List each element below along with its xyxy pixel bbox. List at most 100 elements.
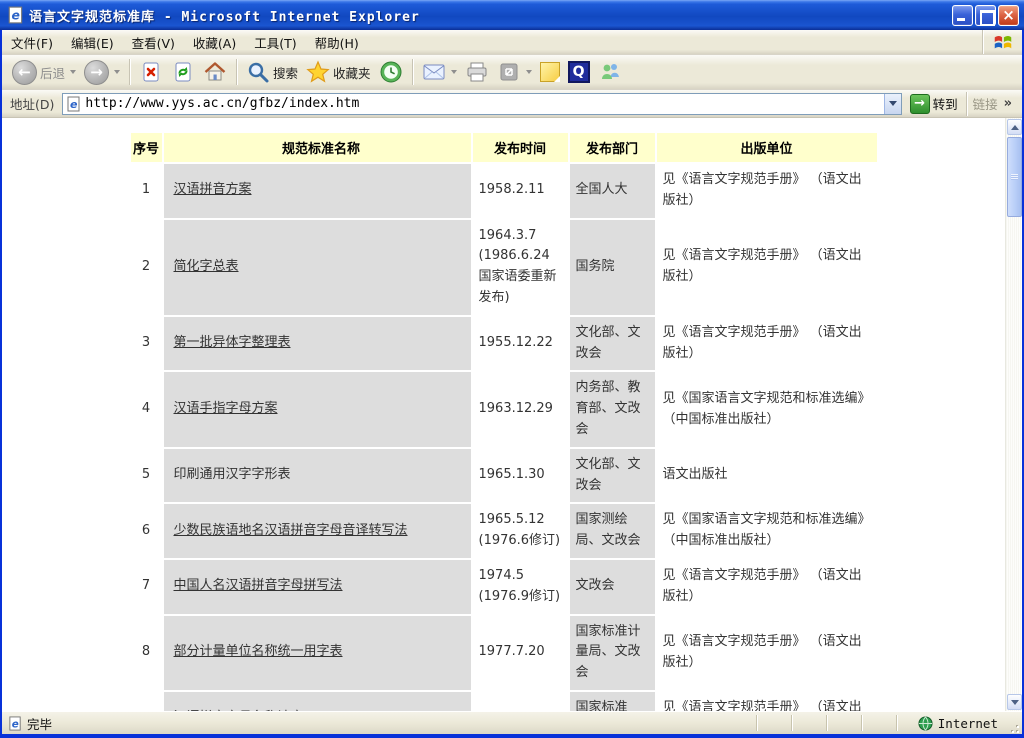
address-label: 地址(D) [6, 94, 58, 113]
table-row: 7 中国人名汉语拼音字母拼写法 1974.5 (1976.9修订) 文改会 见《… [131, 560, 877, 614]
title-bar: e 语言文字规范标准库 - Microsoft Internet Explore… [0, 0, 1024, 30]
home-button[interactable] [199, 57, 231, 87]
standard-name-link[interactable]: 部分计量单位名称统一用字表 [174, 644, 343, 659]
publish-dept-cell: 文改会 [570, 560, 655, 614]
links-overflow-chevron-icon[interactable]: » [1004, 96, 1012, 111]
address-input[interactable] [85, 94, 883, 114]
status-divider [861, 715, 862, 731]
menu-bar: 文件(F) 编辑(E) 查看(V) 收藏(A) 工具(T) 帮助(H) [2, 30, 1022, 55]
forward-button[interactable]: → [80, 57, 124, 87]
svg-text:e: e [70, 98, 78, 111]
menu-item-edit[interactable]: 编辑(E) [62, 30, 123, 54]
publish-date-cell: 1958.2.11 [473, 164, 568, 218]
menu-item-view[interactable]: 查看(V) [123, 30, 184, 54]
fit-size-button[interactable] [493, 57, 536, 87]
row-serial-number: 2 [131, 220, 162, 315]
standard-name-link[interactable]: 中国人名汉语拼音字母拼写法 [174, 578, 343, 593]
publish-dept-cell: 国务院 [570, 220, 655, 315]
table-row: 6 少数民族语地名汉语拼音字母音译转写法 1965.5.12 (1976.6修订… [131, 504, 877, 558]
print-button[interactable] [461, 57, 493, 87]
menu-item-tools[interactable]: 工具(T) [245, 30, 305, 54]
q-tool-button[interactable]: Q [564, 57, 594, 87]
mail-button[interactable] [418, 57, 461, 87]
publisher-cell: 见《语言文字规范手册》 （语文出版社） [657, 164, 877, 218]
minimize-button[interactable] [952, 5, 973, 26]
standards-table: 序号 规范标准名称 发布时间 发布部门 出版单位 1 汉语拼音方案 1958.2… [129, 131, 879, 711]
menu-item-file[interactable]: 文件(F) [2, 30, 62, 54]
menu-item-help[interactable]: 帮助(H) [306, 30, 368, 54]
address-dropdown-icon[interactable] [884, 94, 901, 114]
table-row: 1 汉语拼音方案 1958.2.11 全国人大 见《语言文字规范手册》 （语文出… [131, 164, 877, 218]
publish-date-cell: 1982.8.17 [473, 692, 568, 711]
address-combo[interactable]: e [62, 93, 901, 115]
scrollbar-thumb[interactable] [1007, 137, 1022, 217]
status-divider [756, 715, 757, 731]
status-divider [826, 715, 827, 731]
publisher-cell: 见《语言文字规范手册》 （语文出版社） [657, 616, 877, 690]
svg-text:e: e [12, 718, 19, 730]
zone-label: Internet [938, 716, 998, 731]
search-button[interactable]: 搜索 [242, 57, 302, 87]
table-header-row: 序号 规范标准名称 发布时间 发布部门 出版单位 [131, 133, 877, 162]
browser-window: e 语言文字规范标准库 - Microsoft Internet Explore… [0, 0, 1024, 738]
stop-button[interactable] [135, 57, 167, 87]
close-icon: × [999, 6, 1018, 25]
scroll-up-button[interactable] [1007, 119, 1022, 135]
mail-icon [422, 60, 446, 84]
page-icon: e [66, 96, 82, 112]
scroll-down-button[interactable] [1007, 694, 1022, 710]
favorites-button[interactable]: 收藏夹 [302, 57, 375, 87]
publish-date-cell: 1977.7.20 [473, 616, 568, 690]
close-button[interactable]: × [998, 5, 1019, 26]
standard-name-link[interactable]: 汉语拼音方案 [174, 182, 252, 197]
go-button[interactable]: → 转到 [906, 94, 962, 114]
messenger-button[interactable] [594, 57, 626, 87]
publisher-cell: 见《国家语言文字规范和标准选编》 （中国标准出版社） [657, 372, 877, 446]
chevron-down-icon [1011, 700, 1019, 705]
search-label: 搜索 [273, 63, 298, 82]
back-button[interactable]: ← 后退 [8, 57, 80, 87]
table-row: 2 简化字总表 1964.3.7 (1986.6.24国家语委重新发布) 国务院… [131, 220, 877, 315]
maximize-button[interactable] [975, 5, 996, 26]
publish-dept-cell: 国家测绘局、文改会 [570, 504, 655, 558]
vertical-scrollbar[interactable] [1005, 118, 1022, 711]
status-page-icon: e [8, 716, 23, 731]
mail-dropdown-icon[interactable] [451, 70, 457, 74]
status-divider [896, 715, 897, 731]
status-text: 完毕 [27, 714, 52, 733]
table-row: 9 汉语拼音字母名称读音 1982.8.17 国家标准局、文改会 见《语言文字规… [131, 692, 877, 711]
row-serial-number: 9 [131, 692, 162, 711]
menu-item-favorites[interactable]: 收藏(A) [184, 30, 245, 54]
favorites-star-icon [306, 60, 330, 84]
standard-name-link[interactable]: 简化字总表 [174, 259, 239, 274]
links-bar: 链接 » [966, 92, 1018, 116]
discuss-button[interactable] [536, 57, 564, 87]
publish-dept-cell: 国家标准计量局、文改会 [570, 616, 655, 690]
refresh-button[interactable] [167, 57, 199, 87]
forward-dropdown-icon[interactable] [114, 70, 120, 74]
security-zone: Internet [914, 716, 1006, 731]
standard-name-link[interactable]: 汉语手指字母方案 [174, 401, 278, 416]
fit-size-dropdown-icon[interactable] [526, 70, 532, 74]
publish-dept-cell: 文化部、文改会 [570, 449, 655, 503]
history-button[interactable] [375, 57, 407, 87]
publish-dept-cell: 内务部、教育部、文改会 [570, 372, 655, 446]
row-serial-number: 8 [131, 616, 162, 690]
favorites-label: 收藏夹 [333, 63, 371, 82]
row-serial-number: 6 [131, 504, 162, 558]
row-serial-number: 1 [131, 164, 162, 218]
links-label[interactable]: 链接 [973, 94, 998, 113]
header-serial-number: 序号 [131, 133, 162, 162]
print-icon [465, 60, 489, 84]
history-clock-icon [379, 60, 403, 84]
back-label: 后退 [40, 63, 65, 82]
header-publish-date: 发布时间 [473, 133, 568, 162]
toolbar-separator [129, 59, 130, 85]
back-dropdown-icon[interactable] [70, 70, 76, 74]
resize-grip[interactable] [1006, 720, 1020, 734]
standard-name-link[interactable]: 第一批异体字整理表 [174, 335, 291, 350]
standard-name-link[interactable]: 少数民族语地名汉语拼音字母音译转写法 [174, 523, 408, 538]
table-row: 8 部分计量单位名称统一用字表 1977.7.20 国家标准计量局、文改会 见《… [131, 616, 877, 690]
stop-icon [139, 60, 163, 84]
publish-date-cell: 1955.12.22 [473, 317, 568, 371]
